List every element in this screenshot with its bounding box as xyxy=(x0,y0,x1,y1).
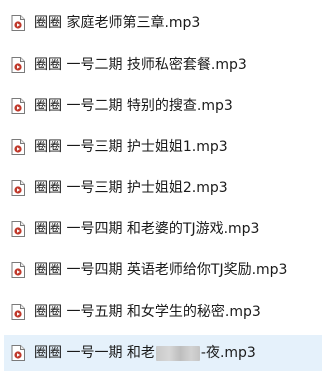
file-name: 圈圈 一号四期 英语老师给你TJ奖励.mp3 xyxy=(34,262,288,278)
file-name: 圈圈 一号三期 护士姐姐2.mp3 xyxy=(34,180,228,196)
file-row[interactable]: 圈圈 一号三期 护士姐姐2.mp3 xyxy=(4,173,322,203)
audio-file-icon xyxy=(11,345,25,361)
file-name: 圈圈 一号五期 和女学生的秘密.mp3 xyxy=(34,304,261,320)
audio-file-icon xyxy=(11,57,25,73)
file-name: 圈圈 一号二期 特别的搜查.mp3 xyxy=(34,98,233,114)
file-row[interactable]: 圈圈 一号四期 和老婆的TJ游戏.mp3 xyxy=(4,214,322,244)
file-row[interactable]: 圈圈 一号二期 特别的搜查.mp3 xyxy=(4,91,322,121)
file-name: 圈圈 一号二期 技师私密套餐.mp3 xyxy=(34,57,247,73)
file-name: 圈圈 一号四期 和老婆的TJ游戏.mp3 xyxy=(34,221,260,237)
file-row[interactable]: 圈圈 一号三期 护士姐姐1.mp3 xyxy=(4,132,322,162)
file-row[interactable]: 圈圈 一号四期 英语老师给你TJ奖励.mp3 xyxy=(4,255,322,285)
file-row[interactable]: 圈圈 一号五期 和女学生的秘密.mp3 xyxy=(4,297,322,327)
audio-file-icon xyxy=(11,304,25,320)
file-row[interactable]: 圈圈 家庭老师第三章.mp3 xyxy=(4,8,322,38)
file-name-prefix: 圈圈 一号一期 和老 xyxy=(34,345,155,361)
file-row-selected[interactable]: 圈圈 一号一期 和老 -夜.mp3 xyxy=(4,335,322,371)
file-name: 圈圈 家庭老师第三章.mp3 xyxy=(34,15,201,31)
file-name-suffix: -夜.mp3 xyxy=(200,345,256,361)
audio-file-icon xyxy=(11,139,25,155)
audio-file-icon xyxy=(11,180,25,196)
audio-file-icon xyxy=(11,262,25,278)
file-row[interactable]: 圈圈 一号二期 技师私密套餐.mp3 xyxy=(4,50,322,80)
redacted-blur xyxy=(155,345,200,361)
file-name: 圈圈 一号一期 和老 -夜.mp3 xyxy=(34,335,256,371)
file-name: 圈圈 一号三期 护士姐姐1.mp3 xyxy=(34,139,228,155)
file-list: 圈圈 家庭老师第三章.mp3 圈圈 一号二期 技师私密套餐.mp3 圈圈 一号二… xyxy=(0,0,326,379)
audio-file-icon xyxy=(11,98,25,114)
audio-file-icon xyxy=(11,221,25,237)
audio-file-icon xyxy=(11,15,25,31)
